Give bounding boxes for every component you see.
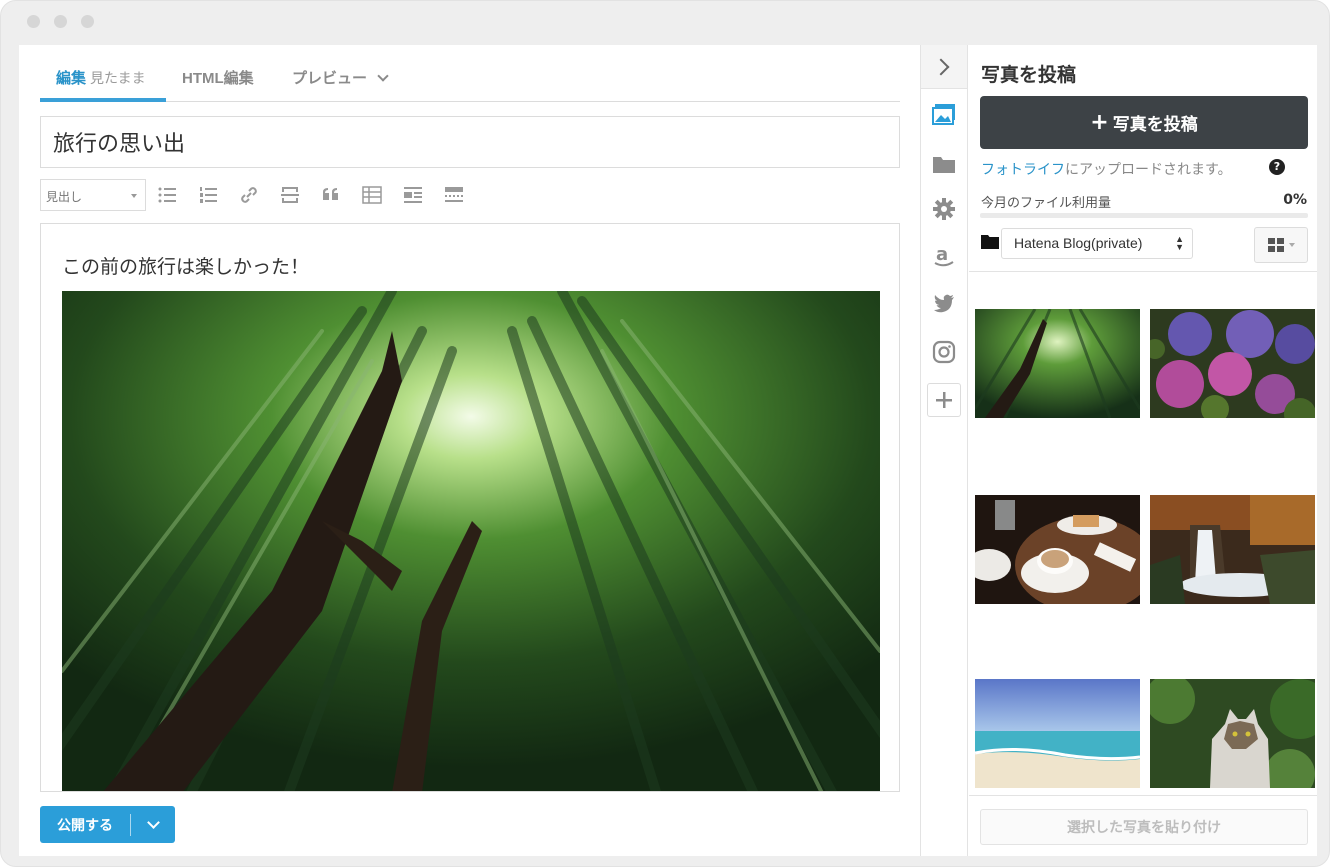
tab-edit-sub: 見たまま xyxy=(90,70,146,86)
photo-thumb-waterfall[interactable] xyxy=(1150,495,1315,604)
image-text-icon[interactable] xyxy=(392,179,433,211)
app-window: 編集見たまま HTML編集 プレビュー 見出し xyxy=(0,0,1330,867)
minimize-dot[interactable] xyxy=(54,15,67,28)
album-select-value: Hatena Blog(private) xyxy=(1014,235,1143,251)
close-dot[interactable] xyxy=(27,15,40,28)
side-icon-bar: a xyxy=(920,45,968,856)
plus-icon: + xyxy=(1090,110,1109,135)
active-tab-indicator xyxy=(40,98,166,102)
tab-preview[interactable]: プレビュー xyxy=(292,67,389,88)
maximize-dot[interactable] xyxy=(81,15,94,28)
fotolife-link[interactable]: フォトライフ xyxy=(981,162,1065,178)
grid-icon xyxy=(1267,238,1284,252)
chevron-down-icon xyxy=(377,70,389,82)
album-select[interactable]: Hatena Blog(private) ▲ ▼ xyxy=(1001,228,1193,259)
numbered-list-icon[interactable] xyxy=(187,179,228,211)
bamboo-forest-image xyxy=(62,291,880,791)
usage-label: 今月のファイル利用量 xyxy=(981,196,1112,211)
editor-tabs: 編集 見たまま HTML編集 プレビュー xyxy=(40,45,900,102)
chevron-right-icon[interactable] xyxy=(921,45,967,89)
table-icon[interactable] xyxy=(351,179,392,211)
photo-thumb-coffee[interactable] xyxy=(975,495,1140,604)
tab-edit-label: 編集 xyxy=(56,70,87,87)
instagram-icon[interactable] xyxy=(929,337,959,367)
tab-edit[interactable]: 編集 見たまま xyxy=(56,67,146,88)
format-toolbar: 見出し xyxy=(40,179,474,211)
title-input[interactable] xyxy=(40,116,900,168)
editor: 編集見たまま HTML編集 プレビュー 見出し xyxy=(19,45,919,856)
photo-icon[interactable] xyxy=(929,99,959,129)
caret-down-icon xyxy=(131,194,137,198)
panel-divider xyxy=(969,271,1317,272)
twitter-icon[interactable] xyxy=(929,288,959,318)
gear-icon[interactable] xyxy=(929,194,959,224)
usage-bar xyxy=(980,213,1308,218)
help-icon[interactable]: ? xyxy=(1269,159,1285,175)
chevron-down-icon[interactable] xyxy=(131,815,175,829)
caret-down-icon xyxy=(1288,243,1295,247)
publish-button[interactable]: 公開する xyxy=(40,806,175,843)
panel-divider xyxy=(969,795,1317,796)
horizontal-rule-icon[interactable] xyxy=(269,179,310,211)
bullet-list-icon[interactable] xyxy=(146,179,187,211)
folder-icon[interactable] xyxy=(929,149,959,179)
photo-thumb-bamboo[interactable] xyxy=(975,309,1140,418)
body-paragraph: この前の旅行は楽しかった！ xyxy=(62,256,310,278)
svg-text:a: a xyxy=(936,244,948,265)
upload-note-text: にアップロードされます。 xyxy=(1065,162,1232,178)
tab-html[interactable]: HTML編集 xyxy=(182,67,254,88)
heading-select[interactable]: 見出し xyxy=(40,179,146,211)
photo-thumb-beach[interactable] xyxy=(975,679,1140,788)
photo-thumb-hydrangea[interactable] xyxy=(1150,309,1315,418)
upload-note: フォトライフにアップロードされます。 xyxy=(981,159,1232,179)
link-icon[interactable] xyxy=(228,179,269,211)
content-area: 編集見たまま HTML編集 プレビュー 見出し xyxy=(19,45,1317,856)
tab-preview-label: プレビュー xyxy=(292,70,368,87)
paste-selected-button[interactable]: 選択した写真を貼り付け xyxy=(980,809,1308,845)
updown-arrows-icon: ▲ ▼ xyxy=(1175,234,1184,252)
folder-icon xyxy=(981,235,999,249)
photo-thumb-cat[interactable] xyxy=(1150,679,1315,788)
publish-label: 公開する xyxy=(57,817,113,834)
window-controls xyxy=(27,15,94,28)
heading-select-value: 見出し xyxy=(46,190,83,204)
post-photo-button[interactable]: + 写真を投稿 xyxy=(980,96,1308,149)
grid-view-toggle[interactable] xyxy=(1254,227,1308,263)
amazon-icon[interactable]: a xyxy=(929,241,959,271)
more-block-icon[interactable] xyxy=(433,179,474,211)
post-photo-label: 写真を投稿 xyxy=(1112,115,1198,135)
quote-icon[interactable] xyxy=(310,179,351,211)
editor-body[interactable]: この前の旅行は楽しかった！ xyxy=(40,223,900,792)
panel-title: 写真を投稿 xyxy=(981,64,1077,86)
photo-panel: 写真を投稿 + 写真を投稿 フォトライフにアップロードされます。 ? 今月のファイ… xyxy=(969,45,1317,856)
usage-percent: 0% xyxy=(1283,192,1307,208)
plus-icon[interactable] xyxy=(927,383,961,417)
